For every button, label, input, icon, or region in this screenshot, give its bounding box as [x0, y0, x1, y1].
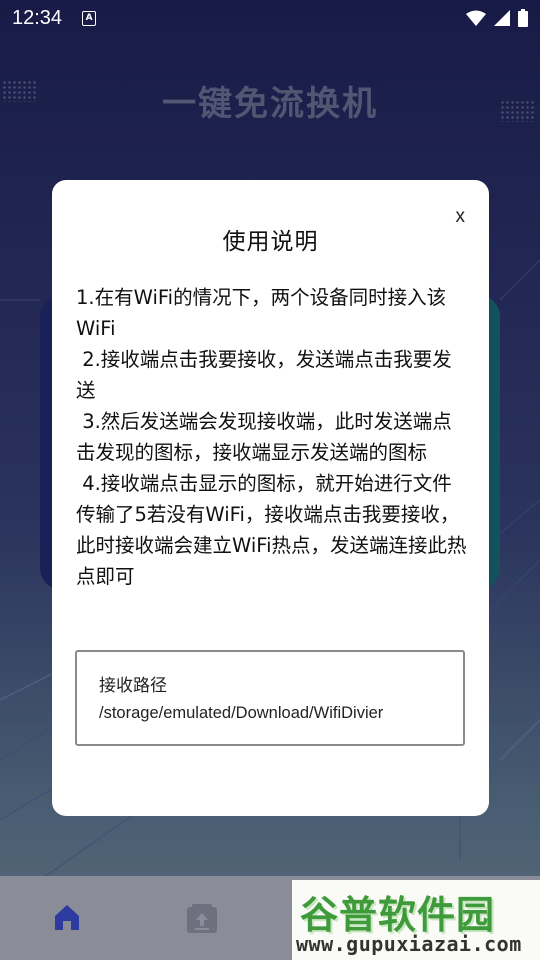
- status-time: 12:34: [12, 6, 63, 29]
- instructions-text: 1.在有WiFi的情况下，两个设备同时接入该WiFi 2.接收端点击我要接收，发…: [76, 286, 467, 588]
- watermark-logo-text: 谷普软件园: [300, 893, 496, 937]
- wifi-icon: [466, 10, 486, 26]
- signal-icon: [494, 10, 510, 26]
- receive-path-field[interactable]: 接收路径 /storage/emulated/Download/WifiDivi…: [75, 650, 465, 746]
- status-icons: [466, 9, 528, 27]
- watermark: 谷普软件园 www.gupuxiazai.com: [292, 880, 540, 960]
- status-bar: 12:34 A: [0, 0, 540, 36]
- battery-icon: [518, 9, 528, 27]
- home-icon[interactable]: [52, 902, 82, 936]
- receive-path-label: 接收路径: [99, 676, 167, 696]
- notification-icon: A: [82, 10, 97, 26]
- watermark-url: www.gupuxiazai.com: [296, 932, 522, 956]
- upload-box-icon[interactable]: [186, 904, 218, 938]
- dialog-title: 使用说明: [222, 229, 319, 255]
- receive-path-value: /storage/emulated/Download/WifiDivier: [99, 704, 384, 722]
- instructions-dialog: x 使用说明 1.在有WiFi的情况下，两个设备同时接入该WiFi 2.接收端点…: [52, 180, 489, 816]
